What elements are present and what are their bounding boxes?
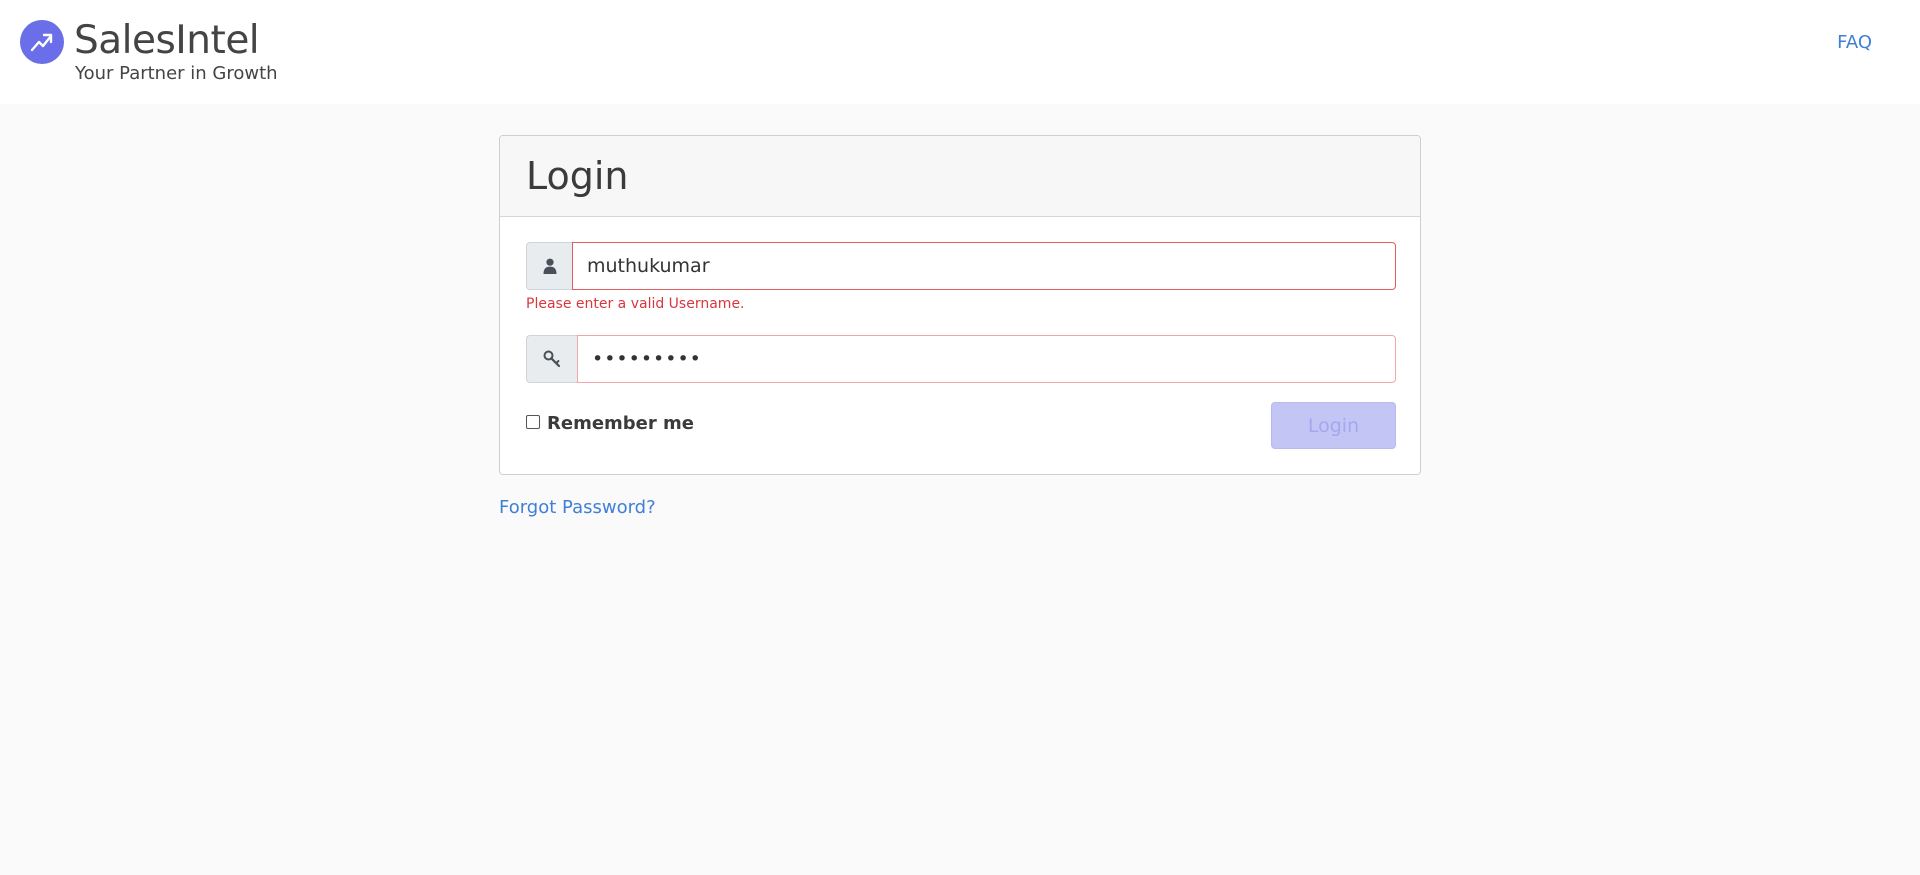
brand-tagline: Your Partner in Growth	[75, 63, 278, 84]
login-button[interactable]: Login	[1271, 402, 1396, 449]
username-error: Please enter a valid Username.	[526, 296, 745, 312]
login-card: Login Please enter a valid Username. Rem…	[499, 135, 1421, 475]
login-title: Login	[526, 154, 629, 198]
forgot-password-link[interactable]: Forgot Password?	[499, 497, 656, 518]
username-group	[526, 242, 1396, 290]
password-input[interactable]	[577, 335, 1396, 383]
faq-link[interactable]: FAQ	[1837, 32, 1872, 53]
remember-me[interactable]: Remember me	[526, 413, 694, 434]
username-addon	[526, 242, 572, 290]
remember-me-checkbox[interactable]	[526, 414, 540, 429]
password-addon	[526, 335, 577, 383]
remember-me-label[interactable]: Remember me	[547, 413, 694, 434]
username-input[interactable]	[572, 242, 1396, 290]
login-card-header: Login	[500, 136, 1420, 217]
top-header: SalesIntel Your Partner in Growth FAQ	[0, 0, 1920, 104]
key-icon	[543, 350, 561, 368]
trend-up-arrow-icon	[30, 33, 53, 52]
user-icon	[543, 258, 556, 274]
brand-name: SalesIntel	[74, 18, 260, 63]
password-group	[526, 335, 1396, 383]
brand-logo[interactable]	[20, 20, 64, 64]
